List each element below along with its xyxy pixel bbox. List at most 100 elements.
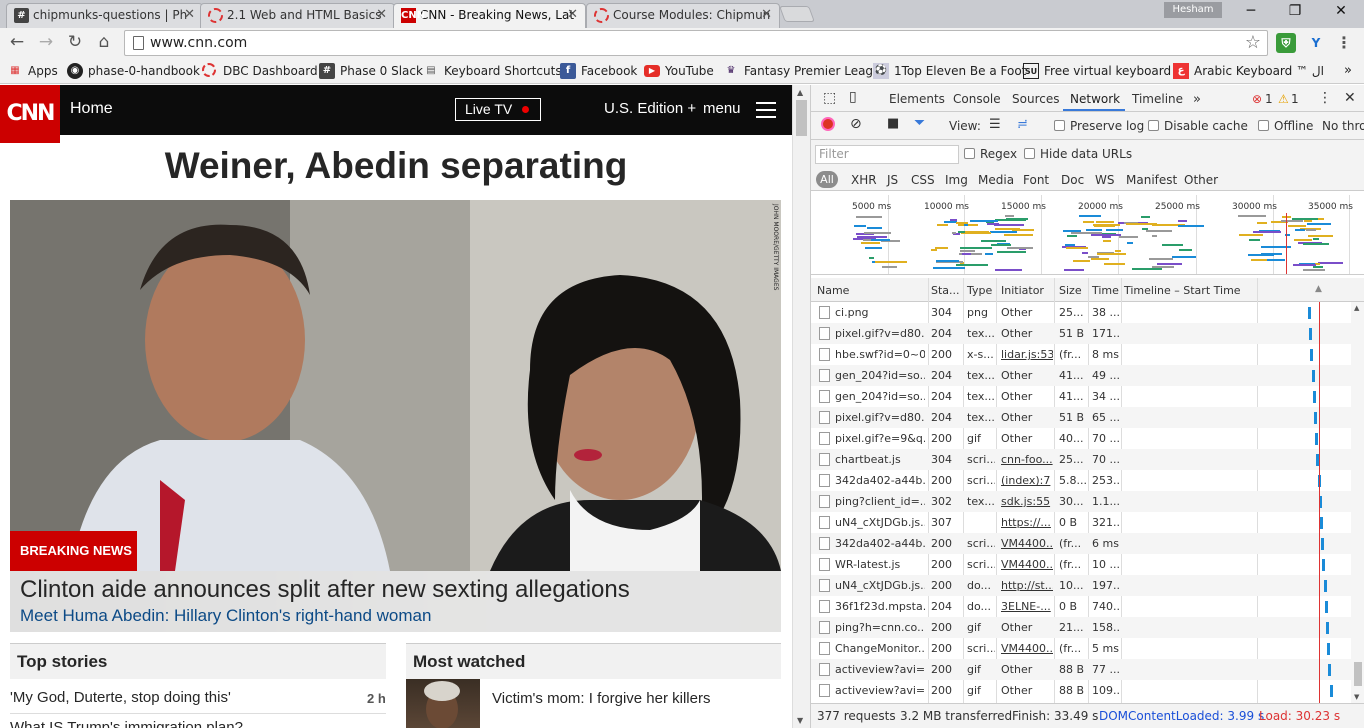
column-type[interactable]: Type — [967, 284, 992, 297]
clear-icon[interactable]: ⊘ — [850, 116, 862, 132]
tab-sources[interactable]: Sources — [1012, 92, 1059, 106]
close-icon[interactable]: ✕ — [376, 4, 387, 26]
page-headline[interactable]: Weiner, Abedin separating — [0, 145, 792, 187]
hamburger-menu-icon[interactable] — [756, 102, 776, 118]
bookmark-fantasy-premier-league[interactable]: ♛ Fantasy Premier Leagu — [723, 62, 881, 80]
type-filter-ws[interactable]: WS — [1095, 173, 1114, 187]
cnn-logo[interactable]: CNN — [0, 85, 60, 143]
back-arrow-icon[interactable]: ← — [6, 32, 28, 52]
cell-initiator[interactable]: sdk.js:55 — [1001, 495, 1053, 508]
column-size[interactable]: Size — [1059, 284, 1082, 297]
close-devtools-icon[interactable]: ✕ — [1344, 90, 1356, 106]
inspect-element-icon[interactable]: ⬚ — [823, 90, 836, 106]
request-row[interactable]: ci.png 304 png Other 25... 38 ... — [811, 302, 1351, 323]
request-row[interactable]: pixel.gif?e=9&q... 200 gif Other 40... 70 ... — [811, 428, 1351, 449]
type-filter-font[interactable]: Font — [1023, 173, 1049, 187]
extension-shield-icon[interactable]: ⛨ — [1276, 33, 1296, 53]
warning-icon[interactable]: ⚠ — [1278, 92, 1289, 106]
cell-initiator[interactable]: VM4400... — [1001, 642, 1053, 655]
capture-screenshots-icon[interactable]: ■ — [887, 116, 899, 131]
profile-button[interactable]: Hesham — [1164, 2, 1222, 18]
nav-home-link[interactable]: Home — [70, 100, 113, 118]
bookmark-phase-0-slack[interactable]: # Phase 0 Slack — [319, 62, 423, 80]
scroll-up-icon[interactable]: ▲ — [1354, 304, 1359, 312]
type-filter-js[interactable]: JS — [887, 173, 898, 187]
more-bookmarks-icon[interactable]: » — [1344, 62, 1352, 80]
bookmark-dbc-dashboard[interactable]: DBC Dashboard — [202, 62, 318, 80]
browser-tab-web-html-basics[interactable]: 2.1 Web and HTML Basics ✕ — [200, 3, 395, 28]
bookmark-facebook[interactable]: f Facebook — [560, 62, 637, 80]
hide-data-urls-checkbox[interactable]: Hide data URLs — [1024, 147, 1132, 161]
bookmark-top-eleven[interactable]: ⚽ 1Top Eleven Be a Foot — [873, 62, 1026, 80]
network-overview[interactable]: 5000 ms 10000 ms 15000 ms 20000 ms 25000… — [811, 195, 1364, 275]
request-row[interactable]: 342da402-a44b... 200 scri... (index):7 5.8..… — [811, 470, 1351, 491]
preserve-log-checkbox[interactable]: Preserve log — [1054, 119, 1144, 133]
scroll-down-icon[interactable]: ▼ — [1354, 693, 1359, 701]
throttling-select[interactable]: No thrott — [1322, 119, 1364, 133]
request-row[interactable]: pixel.gif?v=d80... 204 tex... Other 51 B 65 .… — [811, 407, 1351, 428]
close-icon[interactable]: ✕ — [761, 4, 772, 26]
column-timeline[interactable]: Timeline – Start Time — [1124, 284, 1241, 297]
home-icon[interactable]: ⌂ — [93, 32, 115, 52]
devtools-menu-icon[interactable]: ⋮ — [1318, 90, 1332, 106]
extension-y-icon[interactable]: Y — [1306, 33, 1326, 53]
close-icon[interactable]: ✕ — [184, 4, 195, 26]
cell-initiator[interactable]: VM4400... — [1001, 558, 1053, 571]
column-initiator[interactable]: Initiator — [1001, 284, 1044, 297]
close-window-icon[interactable]: ✕ — [1326, 3, 1356, 19]
bookmark-arabic-keyboard[interactable]: ع Arabic Keyboard ™ ال — [1173, 62, 1324, 80]
filter-icon[interactable]: ⏷ — [914, 115, 925, 131]
bookmark-phase-0-handbook[interactable]: ◉ phase-0-handbook — [67, 62, 200, 80]
request-list-scrollbar[interactable]: ▲ ▼ — [1351, 302, 1364, 703]
request-row[interactable]: pixel.gif?v=d80... 204 tex... Other 51 B 171.… — [811, 323, 1351, 344]
column-name[interactable]: Name — [817, 284, 849, 297]
restore-icon[interactable]: ❐ — [1280, 3, 1310, 19]
type-filter-css[interactable]: CSS — [911, 173, 935, 187]
new-tab-button[interactable] — [779, 6, 815, 22]
top-story-link[interactable]: What IS Trump's immigration plan? — [10, 719, 243, 728]
live-tv-button[interactable]: Live TV — [455, 98, 541, 121]
page-scrollbar[interactable]: ▲ ▼ — [792, 85, 810, 728]
offline-checkbox[interactable]: Offline — [1258, 119, 1313, 133]
scrollbar-thumb[interactable] — [1354, 662, 1362, 686]
reload-icon[interactable]: ↻ — [64, 32, 86, 52]
most-watched-link[interactable]: Victim's mom: I forgive her killers — [492, 690, 710, 707]
column-status[interactable]: Sta... — [931, 284, 960, 297]
regex-checkbox[interactable]: Regex — [964, 147, 1017, 161]
menu-label[interactable]: menu — [703, 100, 741, 117]
bookmark-apps[interactable]: ▦ Apps — [7, 62, 57, 80]
type-filter-media[interactable]: Media — [978, 173, 1014, 187]
cell-initiator[interactable]: cnn-foo... — [1001, 453, 1053, 466]
large-rows-icon[interactable]: ☰ — [989, 117, 1001, 132]
cell-initiator[interactable]: http://st... — [1001, 579, 1053, 592]
scrollbar-thumb[interactable] — [796, 100, 807, 136]
bookmark-keyboard-shortcuts[interactable]: ▤ Keyboard Shortcuts — [423, 62, 561, 80]
error-icon[interactable]: ⊗ — [1252, 92, 1262, 106]
cell-initiator[interactable]: https://... — [1001, 516, 1053, 529]
cell-initiator[interactable]: lidar.js:53 — [1001, 348, 1053, 361]
tab-timeline[interactable]: Timeline — [1132, 92, 1183, 106]
request-row[interactable]: gen_204?id=so... 204 tex... Other 41... 49 ..… — [811, 365, 1351, 386]
tab-network[interactable]: Network — [1070, 92, 1120, 106]
tab-elements[interactable]: Elements — [889, 92, 945, 106]
request-row[interactable]: ping?h=cnn.co... 200 gif Other 21... 158... — [811, 617, 1351, 638]
type-filter-doc[interactable]: Doc — [1061, 173, 1084, 187]
request-row[interactable]: 342da402-a44b... 200 scri... VM4400... (fr..… — [811, 533, 1351, 554]
request-row[interactable]: WR-latest.js 200 scri... VM4400... (fr... 10 … — [811, 554, 1351, 575]
disable-cache-checkbox[interactable]: Disable cache — [1148, 119, 1248, 133]
type-filter-other[interactable]: Other — [1184, 173, 1218, 187]
type-filter-xhr[interactable]: XHR — [851, 173, 877, 187]
address-bar[interactable]: www.cnn.com ☆ — [124, 30, 1268, 56]
scroll-up-icon[interactable]: ▲ — [797, 88, 803, 97]
scroll-down-icon[interactable]: ▼ — [797, 716, 803, 725]
request-row[interactable]: uN4_cXtJDGb.js... 307 https://... 0 B 321... — [811, 512, 1351, 533]
hero-subtitle-link[interactable]: Meet Huma Abedin: Hillary Clinton's righ… — [20, 606, 431, 626]
record-icon[interactable] — [821, 117, 835, 131]
type-filter-all[interactable]: All — [816, 171, 838, 188]
hero-image[interactable]: JOHN MOORE/GETTY IMAGES BREAKING NEWS Cl… — [10, 200, 781, 632]
browser-tab-chipmunks[interactable]: # chipmunks-questions | Ph ✕ — [6, 3, 203, 28]
more-tabs-icon[interactable]: » — [1193, 92, 1201, 107]
edition-selector[interactable]: U.S. Edition + — [604, 100, 696, 117]
request-row[interactable]: activeview?avi=... 200 gif Other 88 B 77 ... — [811, 659, 1351, 680]
request-row[interactable]: hbe.swf?id=0~0 200 x-s... lidar.js:53 (fr...… — [811, 344, 1351, 365]
